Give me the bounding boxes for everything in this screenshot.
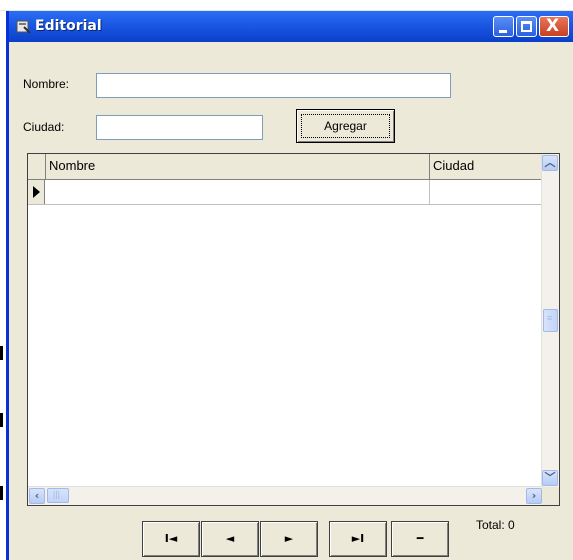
cell-nombre[interactable]: [46, 180, 430, 204]
last-record-button[interactable]: ►I: [329, 521, 387, 557]
maximize-button[interactable]: [516, 16, 537, 37]
nombre-label: Nombre:: [23, 77, 70, 91]
ciudad-input[interactable]: [96, 115, 263, 140]
cell-ciudad[interactable]: [430, 180, 543, 204]
row-selector[interactable]: [28, 180, 45, 204]
title-bar[interactable]: Editorial X: [9, 11, 573, 42]
scroll-right-button[interactable]: ›: [526, 488, 542, 504]
delete-record-icon: ━: [416, 532, 424, 545]
vertical-scrollbar[interactable]: ︿ ≡ ﹀: [541, 154, 559, 487]
chevron-left-icon: ‹: [34, 489, 40, 502]
editorial-window: Editorial X Nombre: Ciudad: Agregar Nomb…: [6, 11, 573, 560]
close-icon: X: [546, 16, 560, 36]
minimize-icon: [499, 30, 507, 33]
previous-record-button[interactable]: ◄: [201, 521, 259, 557]
table-row[interactable]: [28, 180, 543, 205]
minimize-button[interactable]: [493, 16, 514, 37]
close-button[interactable]: X: [539, 16, 569, 37]
chevron-down-icon: ﹀: [544, 471, 556, 484]
column-header-ciudad[interactable]: Ciudad: [430, 154, 543, 179]
first-record-icon: I◄: [164, 532, 178, 545]
ciudad-label: Ciudad:: [23, 120, 65, 134]
total-count: Total: 0: [476, 518, 515, 532]
last-record-icon: ►I: [351, 532, 365, 545]
vertical-scroll-thumb[interactable]: ≡: [543, 309, 558, 332]
column-header-nombre[interactable]: Nombre: [46, 154, 430, 179]
chevron-right-icon: ›: [531, 489, 537, 502]
scrollbar-corner: [542, 487, 559, 505]
next-record-icon: ►: [284, 532, 294, 545]
horizontal-scroll-thumb[interactable]: |||: [47, 488, 69, 503]
grid-header: Nombre Ciudad: [28, 154, 543, 180]
scroll-up-button[interactable]: ︿: [542, 155, 558, 171]
horizontal-scrollbar[interactable]: ‹ ||| ›: [28, 486, 543, 505]
background-mark: [0, 486, 3, 500]
background-mark: [0, 413, 3, 427]
chevron-up-icon: ︿: [544, 156, 556, 169]
background-mark: [0, 346, 3, 360]
desktop-strip: [0, 0, 573, 11]
data-grid[interactable]: Nombre Ciudad ︿ ≡ ﹀ ‹ ||| ›: [27, 153, 560, 506]
agregar-button[interactable]: Agregar: [296, 109, 395, 143]
scroll-down-button[interactable]: ﹀: [542, 470, 558, 486]
maximize-icon: [521, 21, 532, 32]
nombre-input[interactable]: [96, 73, 451, 98]
grip-icon: ≡: [547, 313, 553, 323]
scroll-left-button[interactable]: ‹: [29, 488, 45, 504]
previous-record-icon: ◄: [225, 532, 235, 545]
grip-icon: |||: [53, 489, 61, 499]
row-selector-header: [28, 154, 46, 179]
next-record-button[interactable]: ►: [260, 521, 318, 557]
row-pointer-icon: [33, 186, 40, 198]
app-window-icon: [16, 20, 31, 34]
window-title: Editorial: [35, 18, 102, 34]
agregar-button-label: Agregar: [324, 119, 367, 133]
delete-record-button[interactable]: ━: [391, 521, 449, 557]
first-record-button[interactable]: I◄: [142, 521, 200, 557]
